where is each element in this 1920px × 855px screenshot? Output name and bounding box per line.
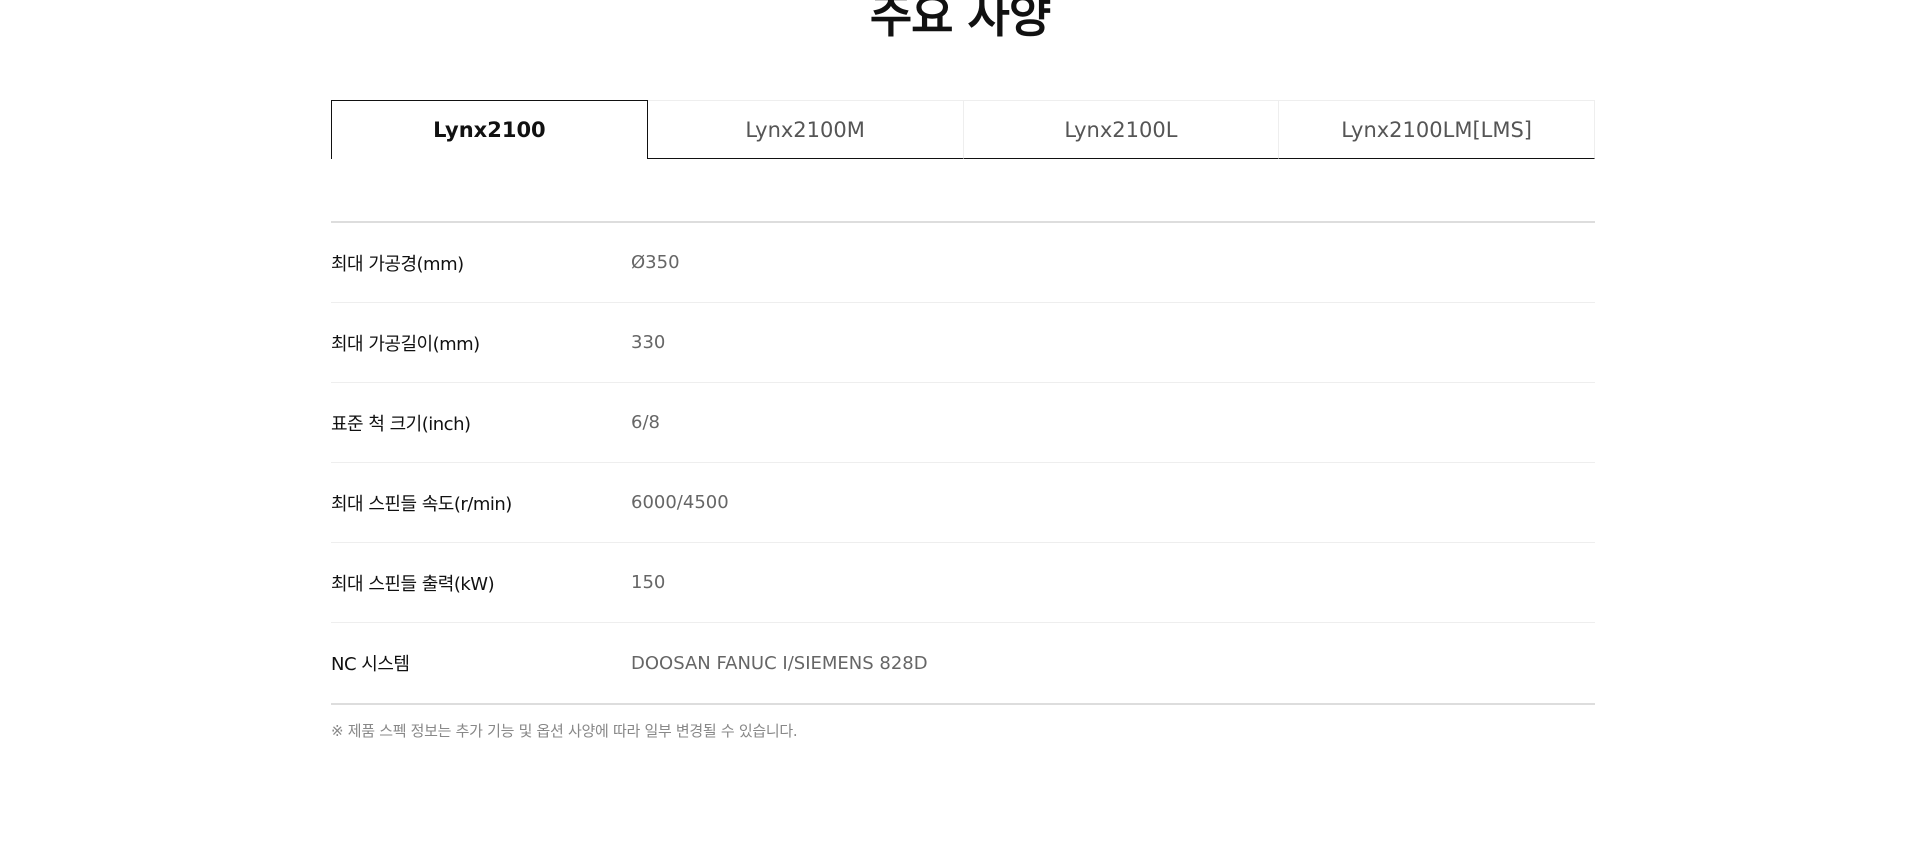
section-title: 주요 사양 [869, 0, 1051, 43]
spec-value: 6/8 [631, 412, 660, 433]
spec-value: DOOSAN FANUC I/SIEMENS 828D [631, 652, 928, 674]
spec-row-nc-system: NC 시스템 DOOSAN FANUC I/SIEMENS 828D [331, 623, 1595, 703]
spec-label: 최대 가공길이(mm) [331, 333, 480, 355]
spec-label: 표준 척 크기(inch) [331, 413, 471, 435]
spec-value: 330 [631, 332, 666, 353]
spec-notice: ※ 제품 스펙 정보는 추가 기능 및 옵션 사양에 따라 일부 변경될 수 있… [331, 722, 798, 740]
spec-row-max-spindle-power: 최대 스핀들 출력(kW) 150 [331, 543, 1595, 623]
spec-label: 최대 스핀들 출력(kW) [331, 573, 495, 595]
spec-row-max-spindle-speed: 최대 스핀들 속도(r/min) 6000/4500 [331, 463, 1595, 543]
spec-page: 주요 사양 Lynx2100 Lynx2100M Lynx2100L Lynx2… [0, 0, 1920, 855]
tab-lynx2100m[interactable]: Lynx2100M [647, 100, 964, 159]
spec-value: Ø350 [631, 252, 680, 273]
spec-label: NC 시스템 [331, 654, 410, 675]
model-tabs: Lynx2100 Lynx2100M Lynx2100L Lynx2100LM[… [331, 100, 1595, 159]
spec-row-max-turning-length: 최대 가공길이(mm) 330 [331, 303, 1595, 383]
spec-label: 최대 가공경(mm) [331, 253, 464, 275]
tab-lynx2100[interactable]: Lynx2100 [331, 100, 648, 159]
spec-label: 최대 스핀들 속도(r/min) [331, 493, 512, 515]
spec-row-max-turning-diameter: 최대 가공경(mm) Ø350 [331, 223, 1595, 303]
tab-lynx2100lm-lms[interactable]: Lynx2100LM[LMS] [1279, 100, 1595, 159]
spec-table: 최대 가공경(mm) Ø350 최대 가공길이(mm) 330 표준 척 크기(… [331, 221, 1595, 705]
spec-value: 150 [631, 572, 666, 593]
tab-lynx2100l[interactable]: Lynx2100L [963, 100, 1280, 159]
spec-value: 6000/4500 [631, 492, 729, 513]
spec-row-chuck-size: 표준 척 크기(inch) 6/8 [331, 383, 1595, 463]
